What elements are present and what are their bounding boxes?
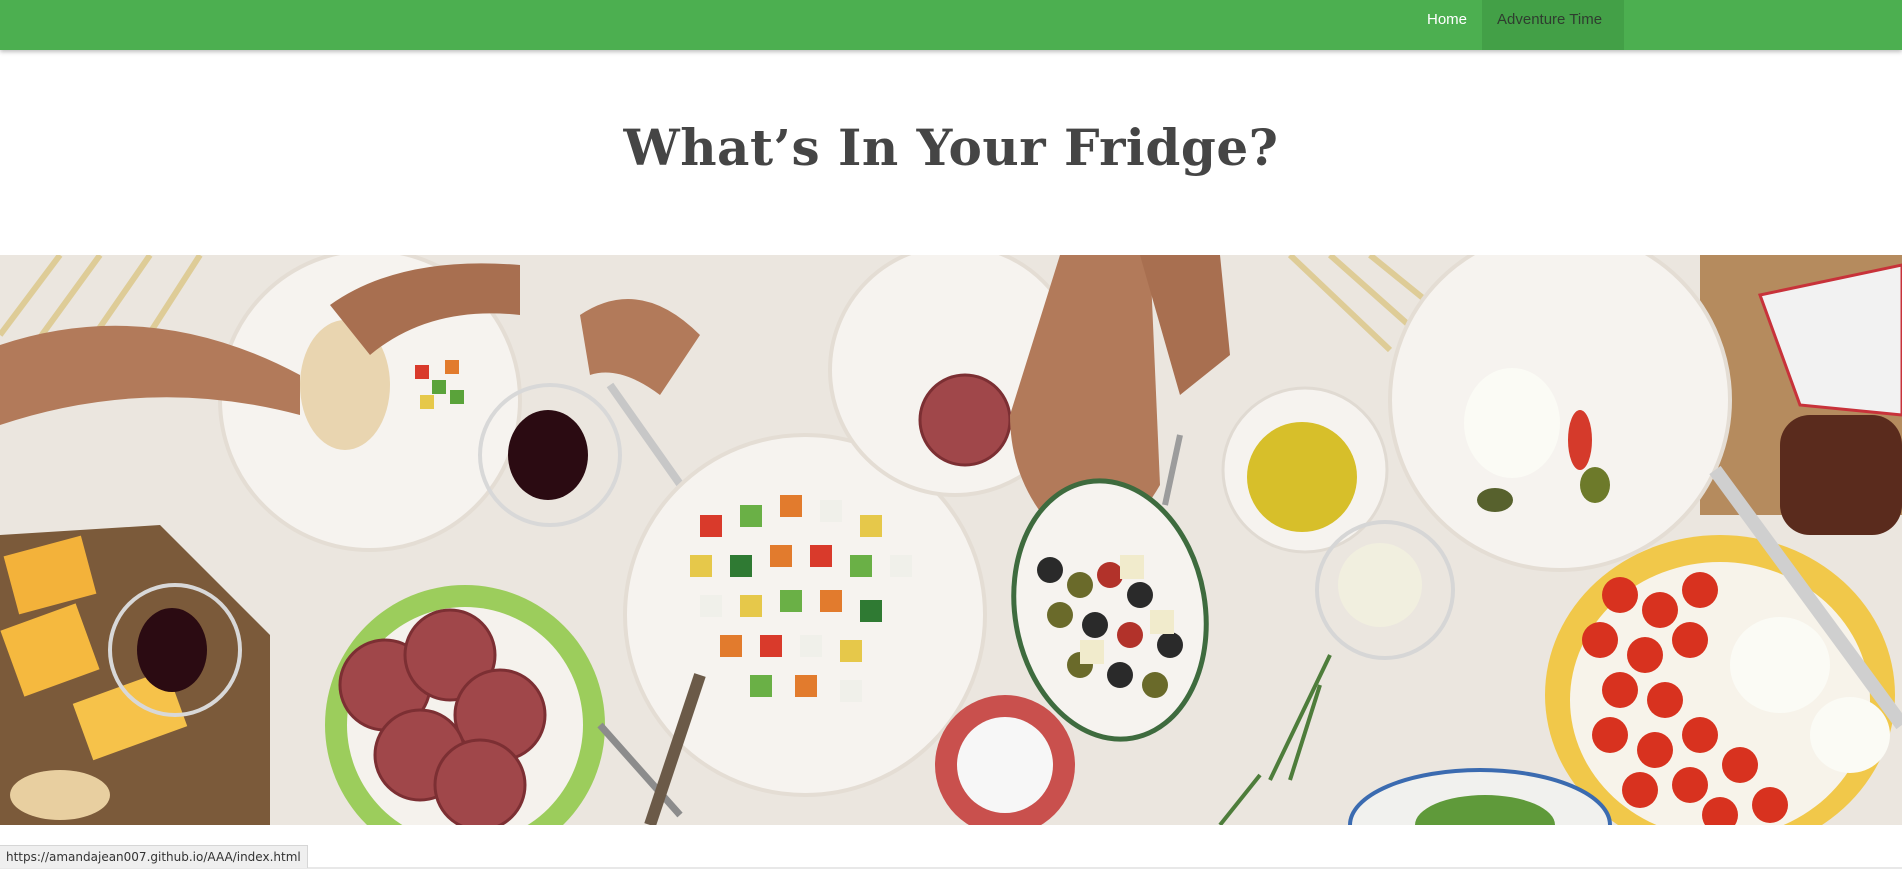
nav-item-home: Home <box>1412 0 1482 50</box>
food-table-photo <box>0 255 1902 825</box>
nav-menu: Home Adventure Time <box>1412 0 1624 50</box>
top-navbar: Home Adventure Time <box>0 0 1902 50</box>
page-title: What’s In Your Fridge? <box>623 118 1279 177</box>
nav-item-adventure-time: Adventure Time <box>1482 0 1624 50</box>
nav-link-adventure-time[interactable]: Adventure Time <box>1482 0 1624 50</box>
nav-link-home[interactable]: Home <box>1412 0 1482 50</box>
hero-image <box>0 255 1902 825</box>
status-bar-url: https://amandajean007.github.io/AAA/inde… <box>0 845 308 868</box>
